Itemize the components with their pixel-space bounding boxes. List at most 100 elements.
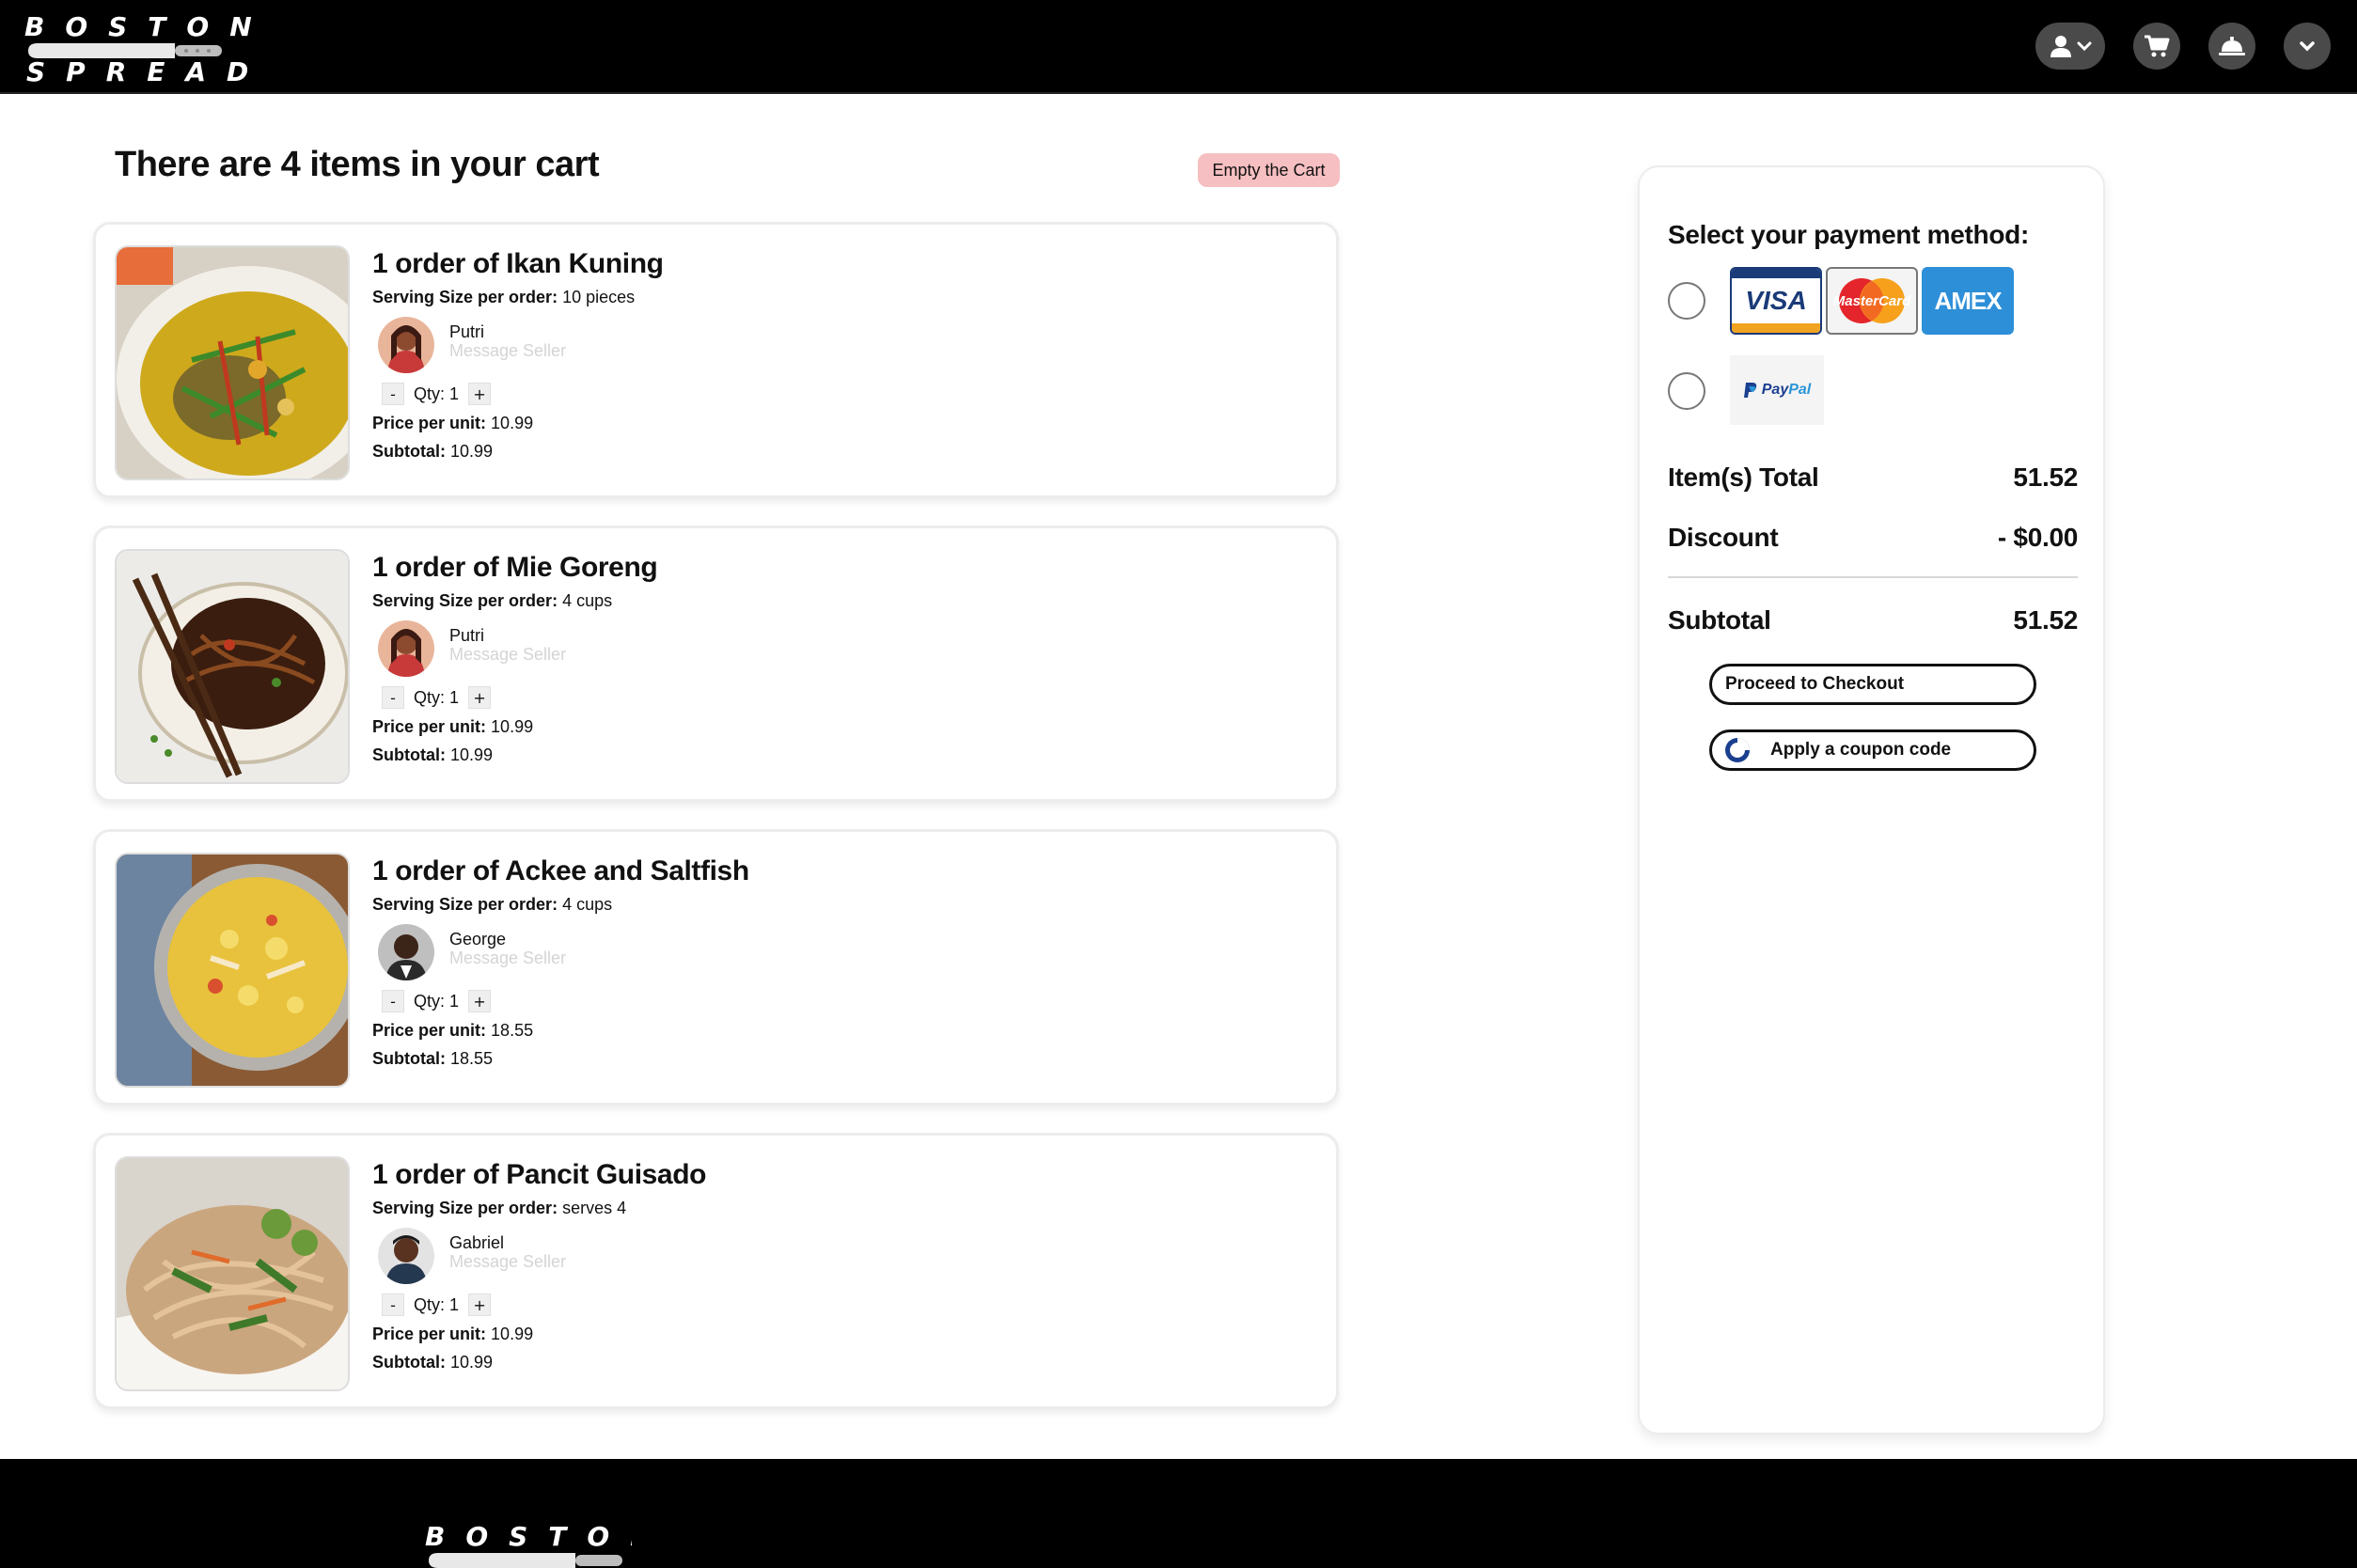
subtotal-label: Subtotal: bbox=[372, 1049, 446, 1068]
items-total-value: 51.52 bbox=[2013, 463, 2078, 492]
price-value: 18.55 bbox=[491, 1021, 534, 1040]
serving-label: Serving Size per order: bbox=[372, 1199, 558, 1217]
price-label: Price per unit: bbox=[372, 1325, 487, 1343]
paypal-text-pay: Pay bbox=[1761, 382, 1789, 398]
boston-spread-logo[interactable]: BOSTON SPREAD bbox=[24, 11, 273, 88]
item-info: 1 order of Ikan Kuning Serving Size per … bbox=[372, 247, 664, 462]
payment-method-title: Select your payment method: bbox=[1668, 220, 2029, 249]
price-per-unit: Price per unit: 10.99 bbox=[372, 716, 657, 737]
paypal-logo: PayPal bbox=[1730, 355, 1824, 425]
seller-name: Gabriel bbox=[449, 1233, 505, 1252]
card-payment-radio[interactable] bbox=[1668, 282, 1705, 320]
item-info: 1 order of Ackee and Saltfish Serving Si… bbox=[372, 855, 749, 1069]
price-per-unit: Price per unit: 18.55 bbox=[372, 1020, 749, 1041]
cart-icon bbox=[2145, 35, 2170, 57]
logo-text-line1: BOSTON bbox=[24, 11, 273, 42]
decrease-qty-button[interactable]: - bbox=[382, 686, 404, 709]
serving-label: Serving Size per order: bbox=[372, 895, 558, 914]
cart-button[interactable] bbox=[2133, 23, 2180, 70]
item-subtotal: Subtotal: 10.99 bbox=[372, 1352, 706, 1372]
chevron-down-icon bbox=[2300, 41, 2315, 52]
paypal-text: PayPal bbox=[1762, 382, 1811, 399]
price-value: 10.99 bbox=[491, 1325, 534, 1343]
paypal-payment-radio[interactable] bbox=[1668, 372, 1705, 410]
nav-icons bbox=[2035, 23, 2331, 70]
discount-row: Discount - $0.00 bbox=[1668, 523, 2078, 553]
qty-value: 1 bbox=[449, 1294, 460, 1314]
subtotal-label: Subtotal: bbox=[372, 442, 446, 461]
proceed-to-checkout-button[interactable]: Proceed to Checkout bbox=[1709, 664, 2036, 705]
payment-panel: Select your payment method: VISA MasterC… bbox=[1638, 165, 2105, 1435]
qty-text: Qty: bbox=[414, 1294, 446, 1314]
message-seller-link[interactable]: Message Seller bbox=[449, 1252, 566, 1272]
serving-label: Serving Size per order: bbox=[372, 288, 558, 306]
message-seller-link[interactable]: Message Seller bbox=[449, 949, 566, 968]
account-menu-button[interactable] bbox=[2035, 23, 2105, 70]
service-bell-icon bbox=[2219, 37, 2245, 55]
items-total-row: Item(s) Total 51.52 bbox=[1668, 463, 2078, 493]
avatar[interactable] bbox=[378, 317, 434, 373]
increase-qty-button[interactable]: + bbox=[468, 1294, 492, 1316]
price-label: Price per unit: bbox=[372, 717, 487, 736]
paypal-icon bbox=[1743, 383, 1756, 398]
quantity-stepper: - Qty: 1 + bbox=[372, 1294, 706, 1316]
quantity-stepper: - Qty: 1 + bbox=[372, 990, 749, 1012]
item-subtotal: Subtotal: 18.55 bbox=[372, 1048, 749, 1069]
seller-name: Putri bbox=[449, 322, 485, 341]
avatar[interactable] bbox=[378, 1228, 434, 1284]
subtotal-label: Subtotal: bbox=[372, 1353, 446, 1372]
checkout-label: Proceed to Checkout bbox=[1725, 674, 1905, 694]
item-title: 1 order of Ackee and Saltfish bbox=[372, 855, 749, 886]
paypal-text-pal: Pal bbox=[1788, 382, 1812, 398]
seller-name: George bbox=[449, 930, 507, 949]
serving-size: Serving Size per order: serves 4 bbox=[372, 1198, 706, 1218]
subtotal-value: 10.99 bbox=[450, 442, 494, 461]
avatar[interactable] bbox=[378, 620, 434, 677]
seller-name: Putri bbox=[449, 626, 485, 645]
serving-size: Serving Size per order: 4 cups bbox=[372, 590, 657, 611]
increase-qty-button[interactable]: + bbox=[468, 686, 492, 709]
item-title: 1 order of Ikan Kuning bbox=[372, 248, 664, 279]
more-menu-button[interactable] bbox=[2284, 23, 2331, 70]
mastercard-text: MasterCard bbox=[1833, 293, 1911, 309]
decrease-qty-button[interactable]: - bbox=[382, 383, 404, 405]
decrease-qty-button[interactable]: - bbox=[382, 1294, 404, 1316]
serving-value: 4 cups bbox=[562, 895, 613, 914]
avatar[interactable] bbox=[378, 924, 434, 980]
seller-info: George Message Seller bbox=[372, 924, 749, 980]
message-seller-link[interactable]: Message Seller bbox=[449, 341, 566, 361]
quantity-stepper: - Qty: 1 + bbox=[372, 686, 657, 709]
price-label: Price per unit: bbox=[372, 1021, 487, 1040]
visa-logo: VISA bbox=[1730, 267, 1822, 335]
item-subtotal: Subtotal: 10.99 bbox=[372, 745, 657, 765]
visa-text: VISA bbox=[1745, 286, 1807, 315]
increase-qty-button[interactable]: + bbox=[468, 990, 492, 1012]
message-seller-link[interactable]: Message Seller bbox=[449, 645, 566, 665]
item-title: 1 order of Pancit Guisado bbox=[372, 1159, 707, 1190]
logo-text-line2: SPREAD bbox=[26, 56, 270, 87]
orders-button[interactable] bbox=[2208, 23, 2255, 70]
footer-logo[interactable]: BOSTON bbox=[425, 1523, 632, 1568]
item-title: 1 order of Mie Goreng bbox=[372, 552, 658, 583]
items-total-label: Item(s) Total bbox=[1668, 463, 1819, 492]
serving-size: Serving Size per order: 4 cups bbox=[372, 894, 749, 915]
food-image-pancit-guisado bbox=[115, 1156, 350, 1391]
card-brand-logos: VISA MasterCard AMEX bbox=[1730, 267, 2014, 335]
coupon-icon bbox=[1725, 738, 1750, 762]
qty-value: 1 bbox=[449, 384, 460, 403]
cart-item-card: 1 order of Ackee and Saltfish Serving Si… bbox=[93, 829, 1339, 1105]
qty-label: Qty: 1 bbox=[414, 384, 459, 404]
discount-value: - $0.00 bbox=[1997, 523, 2078, 552]
increase-qty-button[interactable]: + bbox=[468, 383, 492, 405]
price-per-unit: Price per unit: 10.99 bbox=[372, 1324, 706, 1344]
apply-coupon-button[interactable]: Apply a coupon code bbox=[1709, 729, 2036, 771]
empty-cart-button[interactable]: Empty the Cart bbox=[1198, 153, 1340, 187]
serving-value: 4 cups bbox=[562, 591, 613, 610]
food-image-ackee-saltfish bbox=[115, 853, 350, 1088]
decrease-qty-button[interactable]: - bbox=[382, 990, 404, 1012]
seller-info: Gabriel Message Seller bbox=[372, 1228, 706, 1284]
serving-size: Serving Size per order: 10 pieces bbox=[372, 287, 664, 307]
seller-info: Putri Message Seller bbox=[372, 317, 664, 373]
footer: BOSTON bbox=[0, 1459, 2357, 1568]
qty-text: Qty: bbox=[414, 384, 446, 403]
